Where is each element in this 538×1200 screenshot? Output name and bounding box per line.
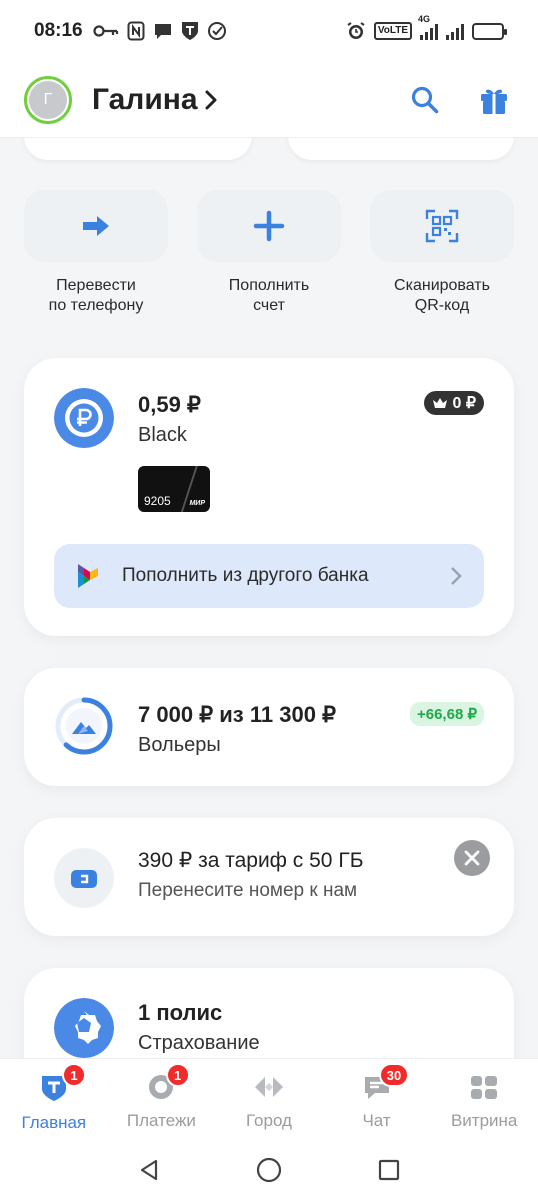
search-icon[interactable] bbox=[410, 85, 440, 115]
tab-payments-label: Платежи bbox=[126, 1111, 196, 1130]
status-left-icons bbox=[93, 21, 227, 41]
chevron-right-icon bbox=[205, 90, 217, 109]
scan-qr-button[interactable] bbox=[370, 190, 514, 262]
cashback-badge[interactable]: 0 ₽ bbox=[424, 391, 484, 415]
alarm-icon bbox=[347, 22, 365, 39]
account-card[interactable]: 0,59 ₽ Black 0 ₽ 9205 МИР Пополнить из д… bbox=[24, 358, 514, 636]
card-stub-left bbox=[24, 138, 252, 160]
insurance-subtitle: Страхование bbox=[138, 1032, 260, 1054]
transfer-phone-label: Перевести по телефону bbox=[48, 277, 144, 314]
quick-action-scan-qr[interactable]: Сканировать QR-код bbox=[370, 190, 514, 316]
insurance-card[interactable]: 1 полис Страхование bbox=[24, 968, 514, 1058]
home-icon[interactable] bbox=[256, 1157, 282, 1183]
app-header: Г Галина bbox=[0, 62, 538, 138]
ruble-icon bbox=[54, 388, 114, 448]
city-icon bbox=[254, 1077, 283, 1097]
avatar[interactable]: Г bbox=[24, 75, 72, 124]
insurance-shield-icon bbox=[54, 998, 114, 1058]
quick-actions: Перевести по телефону Пополнить счет Ска… bbox=[24, 190, 514, 316]
main-content[interactable]: Перевести по телефону Пополнить счет Ска… bbox=[0, 138, 538, 1058]
card-system: МИР bbox=[189, 500, 205, 507]
savings-card[interactable]: 7 000 ₽ из 11 300 ₽ Вольеры +66,68 ₽ bbox=[24, 668, 514, 786]
card-number: 9205 bbox=[144, 494, 171, 508]
tab-home[interactable]: 1 Главная bbox=[0, 1059, 108, 1140]
tab-city[interactable]: Город bbox=[215, 1059, 323, 1140]
crown-icon bbox=[433, 398, 448, 408]
battery-icon bbox=[472, 22, 507, 40]
user-name: Галина bbox=[92, 82, 198, 116]
tab-city-label: Город bbox=[245, 1111, 292, 1130]
plus-icon bbox=[253, 210, 285, 242]
scan-qr-label: Сканировать QR-код bbox=[394, 277, 490, 314]
net-label: 4G bbox=[418, 14, 431, 24]
tariff-title: 390 ₽ за тариф с 50 ГБ bbox=[138, 849, 364, 872]
savings-amount: 7 000 ₽ из 11 300 ₽ bbox=[138, 702, 337, 727]
card-stub-right bbox=[288, 138, 514, 160]
sim-mobile-icon bbox=[54, 848, 114, 908]
quick-action-topup[interactable]: Пополнить счет bbox=[197, 190, 341, 316]
tab-payments[interactable]: 1 Платежи bbox=[108, 1059, 216, 1140]
tab-home-label: Главная bbox=[21, 1113, 87, 1132]
account-balance: 0,59 ₽ bbox=[138, 392, 201, 417]
cashback-value: 0 ₽ bbox=[452, 395, 476, 412]
tariff-promo-card[interactable]: 390 ₽ за тариф с 50 ГБ Перенесите номер … bbox=[24, 818, 514, 936]
showcase-icon bbox=[471, 1076, 498, 1099]
savings-name: Вольеры bbox=[138, 734, 221, 756]
transfer-phone-button[interactable] bbox=[24, 190, 168, 262]
topup-account-button[interactable] bbox=[197, 190, 341, 262]
avatar-letter: Г bbox=[29, 80, 67, 119]
tab-showcase[interactable]: Витрина bbox=[430, 1059, 538, 1140]
nfc-icon bbox=[127, 21, 145, 41]
key-icon bbox=[93, 25, 118, 37]
back-icon[interactable] bbox=[137, 1158, 161, 1182]
tab-chat[interactable]: 30 Чат bbox=[323, 1059, 431, 1140]
bottom-tab-bar: 1 Главная 1 Платежи Город 30 Чат Витрина bbox=[0, 1058, 538, 1140]
topup-other-bank-label: Пополнить из другого банка bbox=[122, 565, 369, 586]
tab-chat-badge: 30 bbox=[378, 1063, 410, 1087]
quick-action-transfer-phone[interactable]: Перевести по телефону bbox=[24, 190, 168, 316]
tab-payments-badge: 1 bbox=[165, 1063, 190, 1087]
sbp-icon bbox=[78, 564, 98, 588]
savings-delta-badge: +66,68 ₽ bbox=[409, 702, 484, 726]
close-icon bbox=[464, 850, 480, 866]
status-bar: 08:16 VoLTE 4G bbox=[0, 0, 538, 62]
check-circle-icon bbox=[207, 22, 226, 40]
account-name: Black bbox=[138, 424, 187, 446]
chevron-right-icon bbox=[451, 567, 462, 585]
system-nav-bar bbox=[0, 1140, 538, 1200]
tinkoff-shield-icon bbox=[181, 22, 198, 40]
profile-link[interactable]: Галина bbox=[92, 83, 218, 117]
tab-showcase-label: Витрина bbox=[450, 1111, 518, 1130]
chat-icon bbox=[154, 24, 171, 39]
recents-icon[interactable] bbox=[377, 1158, 401, 1182]
tab-home-badge: 1 bbox=[62, 1063, 86, 1087]
status-right-icons: VoLTE 4G bbox=[346, 14, 507, 41]
tab-chat-label: Чат bbox=[362, 1111, 391, 1130]
gift-icon[interactable] bbox=[478, 84, 510, 116]
insurance-title: 1 полис bbox=[138, 1000, 223, 1025]
signal-4g-icon: 4G bbox=[418, 14, 438, 40]
status-time: 08:16 bbox=[34, 20, 83, 41]
topup-account-label: Пополнить счет bbox=[228, 277, 310, 314]
savings-progress-icon bbox=[55, 697, 113, 755]
volte-icon: VoLTE bbox=[373, 22, 412, 40]
qr-scan-icon bbox=[425, 209, 459, 243]
bank-card-thumbnail[interactable]: 9205 МИР bbox=[138, 466, 210, 512]
arrow-right-icon bbox=[83, 216, 109, 236]
tariff-subtitle: Перенесите номер к нам bbox=[138, 880, 358, 901]
close-button[interactable] bbox=[454, 840, 490, 876]
topup-other-bank-button[interactable]: Пополнить из другого банка bbox=[54, 544, 484, 608]
signal-icon bbox=[446, 22, 464, 40]
